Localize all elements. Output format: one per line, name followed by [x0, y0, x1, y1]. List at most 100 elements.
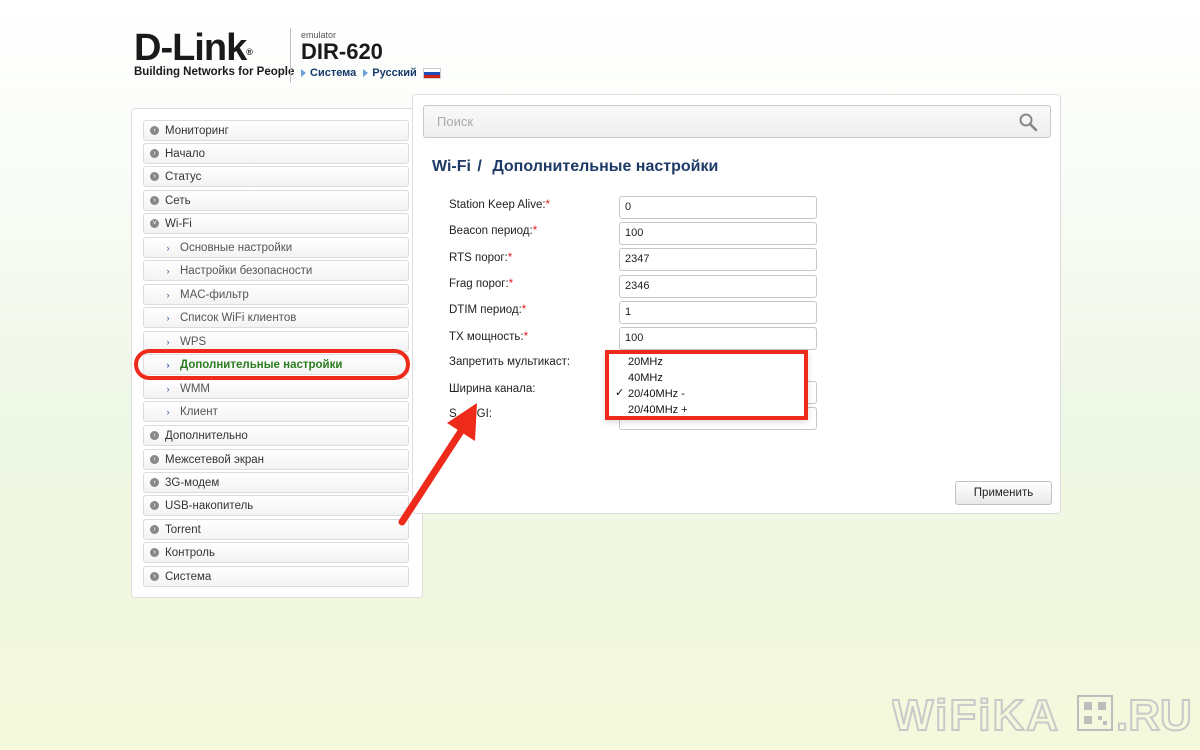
required-mark: * — [532, 225, 538, 237]
sidebar-item-label: Статус — [165, 170, 202, 183]
dropdown-option-40mhz[interactable]: 40MHz — [628, 370, 663, 386]
sidebar-item-monitoring[interactable]: › Мониторинг — [143, 120, 409, 141]
annotation-arrow-icon — [398, 403, 477, 526]
field-label: Frag порог: — [449, 278, 509, 290]
field-label: TX мощность: — [449, 331, 524, 343]
sidebar-item-torrent[interactable]: › Torrent — [143, 519, 409, 540]
field-label: Beacon период: — [449, 225, 533, 237]
page-title: Wi-Fi / Дополнительные настройки — [432, 158, 718, 176]
beacon-period-input[interactable]: 100 — [619, 222, 817, 245]
station-keep-alive-label: Station Keep Alive:* — [449, 199, 550, 211]
sidebar-item-label: Начало — [165, 147, 206, 160]
model-name: DIR-620 — [301, 39, 383, 64]
sidebar-item-mac-filter[interactable]: › MAC-фильтр — [143, 284, 409, 305]
tx-power-input[interactable]: 100 — [619, 327, 817, 350]
chevron-right-icon: › — [150, 525, 159, 534]
chevron-right-icon: › — [166, 312, 170, 323]
system-link[interactable]: Система — [310, 67, 356, 79]
chevron-right-icon: › — [150, 548, 159, 557]
sidebar-item-label: WMM — [180, 382, 211, 395]
sidebar-item-security-settings[interactable]: › Настройки безопасности — [143, 260, 409, 281]
russian-flag-icon[interactable] — [422, 67, 441, 79]
main-panel: Wi-Fi / Дополнительные настройки Station… — [412, 94, 1061, 514]
page-title-name: Дополнительные настройки — [492, 158, 719, 175]
sidebar-item-label: MAC-фильтр — [180, 288, 249, 301]
sidebar-item-system[interactable]: › Система — [143, 566, 409, 587]
chevron-right-icon: › — [150, 572, 159, 581]
sidebar-item-basic-settings[interactable]: › Основные настройки — [143, 237, 409, 258]
sidebar-item-status[interactable]: › Статус — [143, 166, 409, 187]
check-icon: ✓ — [615, 387, 625, 399]
rts-threshold-input[interactable]: 2347 — [619, 248, 817, 271]
sidebar-item-label: WPS — [180, 335, 207, 348]
search-input[interactable] — [424, 106, 1004, 137]
dtim-period-label: DTIM период:* — [449, 304, 526, 316]
chevron-right-icon: › — [166, 406, 170, 417]
search-box — [423, 105, 1051, 138]
sidebar-item-label: Сеть — [165, 194, 191, 207]
chevron-right-icon: › — [150, 172, 159, 181]
frag-threshold-input[interactable]: 2346 — [619, 275, 817, 298]
logo-registered-mark: ® — [246, 47, 253, 57]
chevron-right-icon: › — [166, 289, 170, 300]
dlink-logo: D-Link® Building Networks for People — [134, 27, 295, 78]
sidebar-item-control[interactable]: › Контроль — [143, 542, 409, 563]
field-label: RTS порог: — [449, 252, 508, 264]
sidebar-item-label: Мониторинг — [165, 124, 229, 137]
sidebar-item-label: 3G-модем — [165, 476, 220, 489]
sidebar-item-label: Контроль — [165, 546, 215, 559]
sidebar-item-wifi[interactable]: ˅ Wi-Fi — [143, 213, 409, 234]
channel-width-dropdown: 20MHz 40MHz ✓ 20/40MHz - 20/40MHz + — [605, 350, 808, 420]
tx-power-label: TX мощность:* — [449, 331, 528, 343]
chevron-right-icon: › — [166, 265, 170, 276]
triangle-icon — [301, 69, 306, 77]
sidebar-item-usb-storage[interactable]: › USB-накопитель — [143, 495, 409, 516]
chevron-right-icon: › — [150, 478, 159, 487]
required-mark: * — [508, 278, 514, 290]
sidebar-item-advanced[interactable]: › Дополнительно — [143, 425, 409, 446]
field-label: DTIM период: — [449, 304, 522, 316]
page-title-section: Wi-Fi — [432, 158, 471, 175]
sidebar-item-label: Wi-Fi — [165, 217, 192, 230]
sidebar-item-label: Настройки безопасности — [180, 264, 313, 277]
chevron-right-icon: › — [150, 196, 159, 205]
sidebar-item-firewall[interactable]: › Межсетевой экран — [143, 449, 409, 470]
model-block: emulator DIR-620 Система Русский — [301, 30, 441, 79]
dropdown-option-20mhz[interactable]: 20MHz — [628, 354, 663, 370]
sidebar-item-wmm[interactable]: › WMM — [143, 378, 409, 399]
sidebar-item-start[interactable]: › Начало — [143, 143, 409, 164]
beacon-period-label: Beacon период:* — [449, 225, 537, 237]
required-mark: * — [545, 199, 551, 211]
sidebar-item-wifi-clients[interactable]: › Список WiFi клиентов — [143, 307, 409, 328]
sidebar-item-label: Дополнительно — [165, 429, 248, 442]
sidebar-item-label: Список WiFi клиентов — [180, 311, 297, 324]
chevron-right-icon: › — [150, 501, 159, 510]
sidebar-item-client[interactable]: › Клиент — [143, 401, 409, 422]
sidebar-item-label: Межсетевой экран — [165, 453, 265, 466]
dropdown-option-20-40mhz-plus[interactable]: 20/40MHz + — [628, 402, 688, 418]
dropdown-option-20-40mhz-minus[interactable]: 20/40MHz - — [628, 386, 685, 402]
apply-button[interactable]: Применить — [955, 481, 1052, 505]
annotation-highlight-oval — [134, 349, 410, 380]
disable-multicast-label: Запретить мультикаст: — [449, 356, 571, 368]
language-link[interactable]: Русский — [372, 67, 416, 79]
logo-tagline: Building Networks for People — [134, 66, 295, 78]
station-keep-alive-input[interactable]: 0 — [619, 196, 817, 219]
sidebar-item-label: USB-накопитель — [165, 499, 254, 512]
watermark-text: WiFiKA — [892, 691, 1060, 738]
sidebar-item-3g-modem[interactable]: › 3G-модем — [143, 472, 409, 493]
page-title-separator: / — [477, 158, 482, 175]
chevron-right-icon: › — [150, 431, 159, 440]
chevron-right-icon: › — [166, 336, 170, 347]
sidebar-item-label: Основные настройки — [180, 241, 293, 254]
channel-width-label: Ширина канала: — [449, 383, 536, 395]
header-divider — [290, 28, 291, 83]
sidebar-item-network[interactable]: › Сеть — [143, 190, 409, 211]
dtim-period-input[interactable]: 1 — [619, 301, 817, 324]
logo-text: D-Link — [134, 27, 247, 69]
search-icon[interactable] — [1018, 112, 1038, 132]
frag-threshold-label: Frag порог:* — [449, 278, 513, 290]
triangle-icon — [363, 69, 369, 77]
required-mark: * — [521, 304, 527, 316]
required-mark: * — [507, 252, 513, 264]
